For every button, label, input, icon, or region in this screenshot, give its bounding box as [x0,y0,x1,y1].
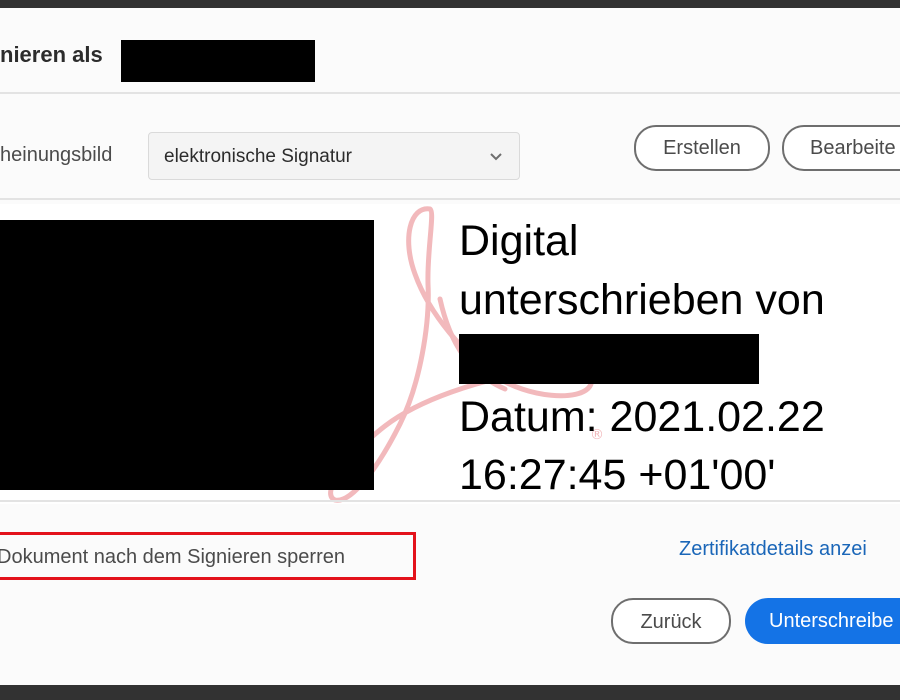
certificate-details-link[interactable]: Zertifikatdetails anzei [679,538,867,561]
edit-button-label: Bearbeite [810,137,896,159]
redacted-signer-name-preview [459,334,759,384]
preview-line-1: Digital [459,217,579,265]
back-button-label: Zurück [640,611,702,633]
title-divider [0,92,900,94]
create-button[interactable]: Erstellen [634,125,770,171]
preview-top-divider [0,198,900,200]
create-button-label: Erstellen [663,137,741,159]
sign-button[interactable]: Unterschreibe [745,598,900,644]
preview-bottom-divider [0,500,900,502]
redacted-signature-image [0,220,374,490]
appearance-label: heinungsbild [0,144,113,166]
edit-button[interactable]: Bearbeite [782,125,900,171]
signature-preview: ® Digital unterschrieben von Datum: 2021… [0,204,900,504]
sign-button-label: Unterschreibe [769,610,894,632]
lock-document-highlight[interactable]: Dokument nach dem Signieren sperren [0,532,416,580]
title-row: nieren als [0,8,900,93]
preview-line-3: Datum: 2021.02.22 [459,393,825,441]
redacted-signer-name [121,40,315,82]
back-button[interactable]: Zurück [611,598,731,644]
dialog-title: nieren als [0,42,103,67]
sign-dialog: nieren als heinungsbild elektronische Si… [0,8,900,685]
preview-line-4: 16:27:45 +01'00' [459,451,776,499]
chevron-down-icon [490,153,502,161]
appearance-select-value: elektronische Signatur [164,146,352,167]
lock-document-label: Dokument nach dem Signieren sperren [0,546,345,568]
preview-line-2: unterschrieben von [459,276,825,324]
appearance-select[interactable]: elektronische Signatur [148,132,520,180]
